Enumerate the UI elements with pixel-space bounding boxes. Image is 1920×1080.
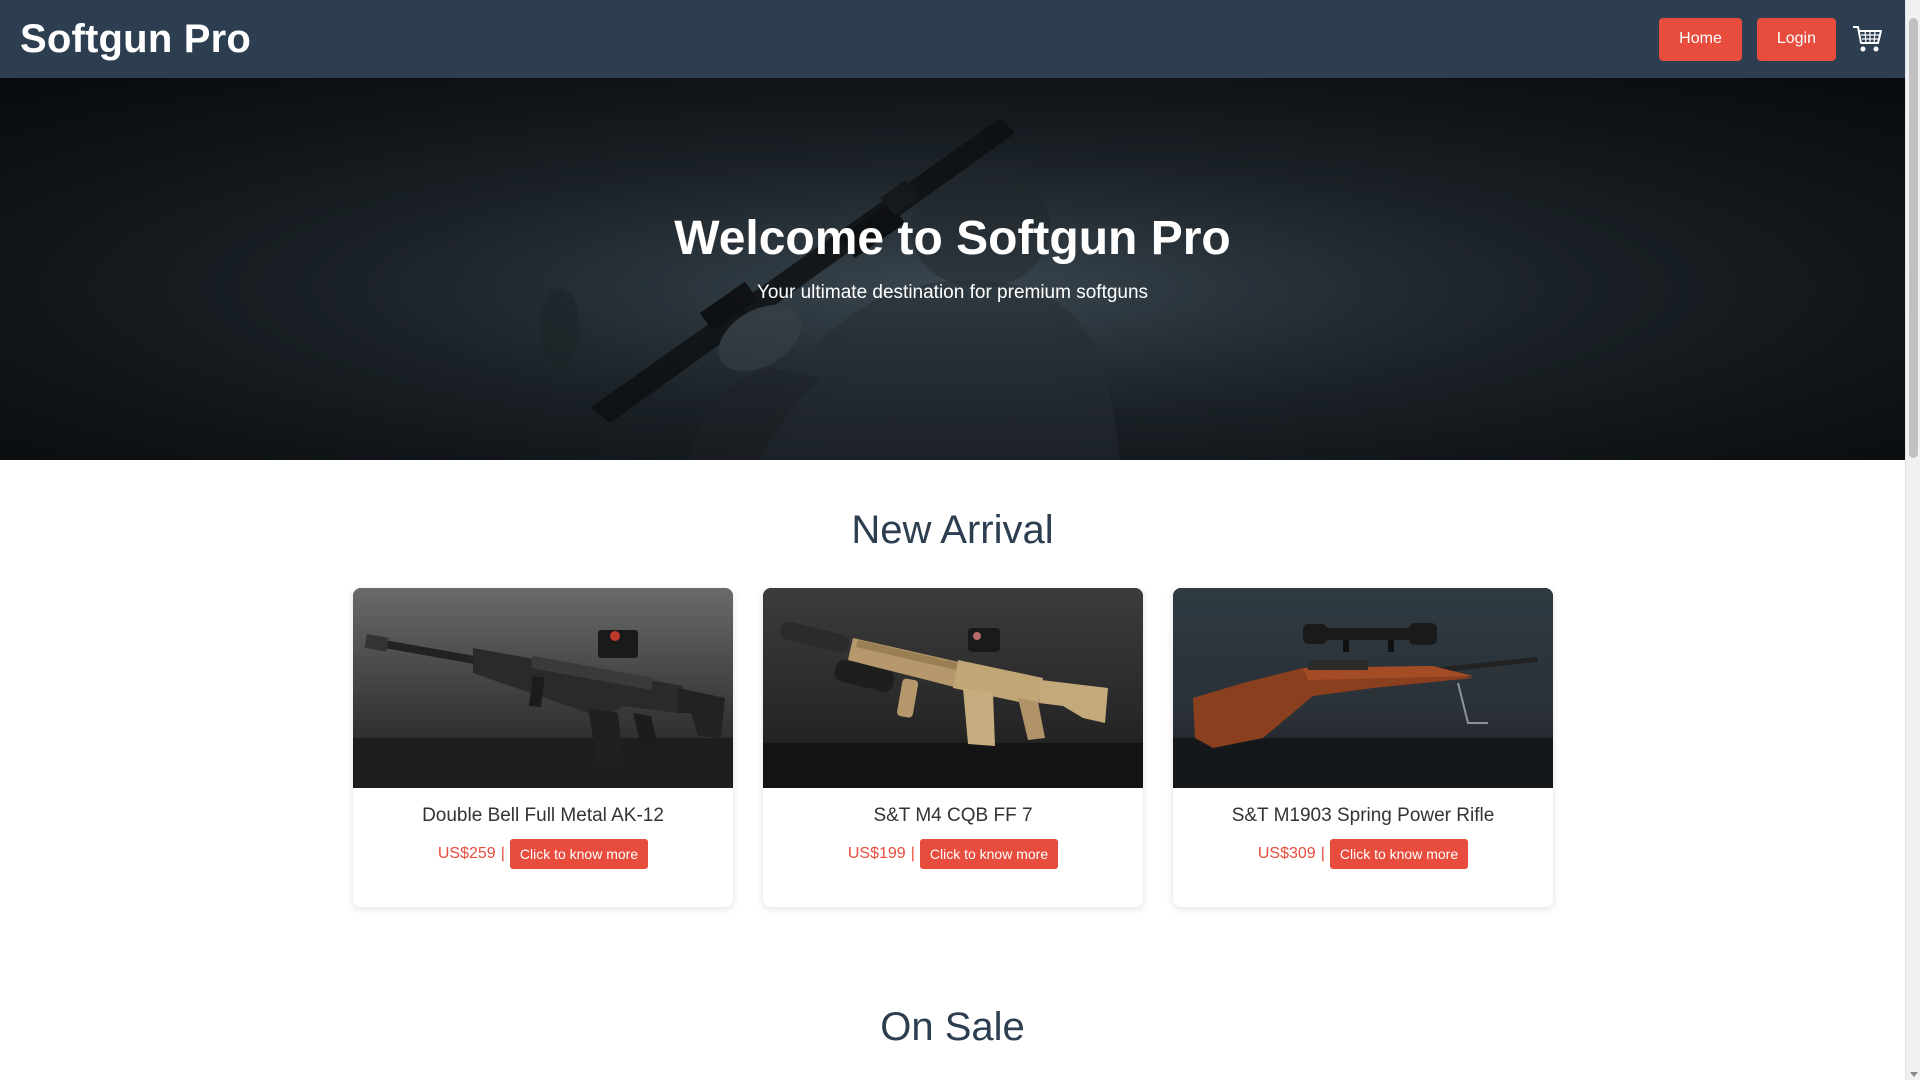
product-image-ak12[interactable]	[353, 588, 733, 788]
product-card: S&T M1903 Spring Power Rifle US$309 | Cl…	[1173, 588, 1553, 907]
price-separator: |	[1320, 845, 1325, 862]
price-separator: |	[500, 845, 505, 862]
hero-banner: Welcome to Softgun Pro Your ultimate des…	[0, 78, 1905, 460]
home-button[interactable]: Home	[1659, 17, 1742, 61]
new-arrival-product-list: Double Bell Full Metal AK-12 US$259 | Cl…	[353, 588, 1553, 907]
product-price: US$199	[847, 845, 906, 862]
product-card: S&T M4 CQB FF 7 US$199 | Click to know m…	[763, 588, 1143, 907]
new-arrival-heading: New Arrival	[851, 508, 1054, 552]
product-name: S&T M4 CQB FF 7	[873, 805, 1033, 826]
on-sale-heading: On Sale	[880, 1005, 1025, 1049]
shopping-cart-icon[interactable]	[1851, 22, 1885, 56]
product-image-m1903[interactable]	[1173, 588, 1553, 788]
scrollbar-thumb[interactable]	[1909, 18, 1918, 458]
hero-title: Welcome to Softgun Pro	[674, 212, 1231, 265]
product-name: Double Bell Full Metal AK-12	[422, 805, 664, 826]
top-nav-bar: Softgun Pro Home Login	[0, 0, 1905, 78]
product-price: US$259	[437, 845, 496, 862]
price-separator: |	[910, 845, 915, 862]
product-name: S&T M1903 Spring Power Rifle	[1231, 805, 1495, 826]
hero-text: Welcome to Softgun Pro Your ultimate des…	[0, 78, 1905, 460]
hero-subtitle: Your ultimate destination for premium so…	[756, 282, 1149, 303]
page: Softgun Pro Home Login Welcome to Softgu…	[0, 0, 1905, 1080]
know-more-button[interactable]: Click to know more	[1329, 839, 1469, 869]
product-price-row: US$259 | Click to know more	[437, 839, 649, 869]
product-card: Double Bell Full Metal AK-12 US$259 | Cl…	[353, 588, 733, 907]
scroll-down-arrow-icon[interactable]	[1909, 1072, 1918, 1077]
product-price-row: US$199 | Click to know more	[847, 839, 1059, 869]
product-image-m4-cqb[interactable]	[763, 588, 1143, 788]
nav-menu: Home Login	[1659, 17, 1885, 61]
page-scrollbar[interactable]	[1905, 0, 1920, 1080]
product-price-row: US$309 | Click to know more	[1257, 839, 1469, 869]
brand-logo-text[interactable]: Softgun Pro	[20, 17, 251, 62]
login-button[interactable]: Login	[1756, 17, 1836, 61]
product-price: US$309	[1257, 845, 1316, 862]
know-more-button[interactable]: Click to know more	[509, 839, 649, 869]
know-more-button[interactable]: Click to know more	[919, 839, 1059, 869]
